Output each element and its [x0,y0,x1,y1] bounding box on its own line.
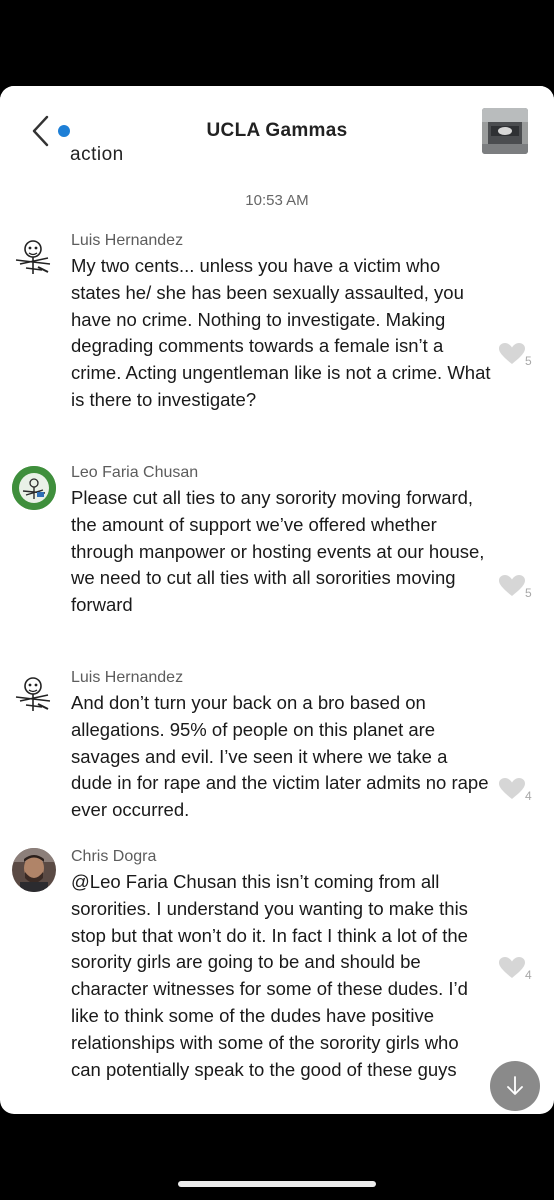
message-text: And don’t turn your back on a bro based … [71,692,489,821]
heart-icon [499,343,525,364]
like-count: 5 [525,354,532,368]
home-indicator [178,1181,376,1187]
chat-screen: UCLA Gammas action 10:53 AM Luis Hernand… [0,86,554,1114]
chat-title: UCLA Gammas [206,120,348,141]
like-button[interactable] [498,342,528,366]
like-button[interactable] [498,956,528,980]
like-count: 4 [525,968,532,982]
heart-icon [499,575,525,596]
green-cartoon-avatar[interactable] [12,466,56,510]
message-text: My two cents... unless you have a victim… [71,255,491,410]
like-count: 4 [525,789,532,803]
sender-name: Luis Hernandez [71,232,184,249]
like-button[interactable] [498,574,528,598]
sender-name: Luis Hernandez [71,669,184,686]
sender-name: Chris Dogra [71,848,157,865]
heart-icon [499,778,525,799]
message-text: Please cut all ties to any sorority movi… [71,487,485,616]
like-button[interactable] [498,777,528,801]
cartoon-meme-avatar[interactable] [12,671,56,715]
arrow-down-icon [507,1076,523,1095]
clipped-previous-message: action [70,144,124,165]
group-avatar[interactable] [482,108,528,154]
message-text: @Leo Faria Chusan this isn’t coming from… [71,871,468,1080]
message-timestamp: 10:53 AM [245,192,309,209]
cartoon-meme-avatar[interactable] [12,234,56,278]
scroll-to-bottom-button[interactable] [490,1061,540,1111]
sender-name: Leo Faria Chusan [71,464,199,481]
chat-header: UCLA Gammas action [0,86,554,178]
like-count: 5 [525,586,532,600]
profile-photo-avatar[interactable] [12,848,56,892]
heart-icon [499,957,525,978]
